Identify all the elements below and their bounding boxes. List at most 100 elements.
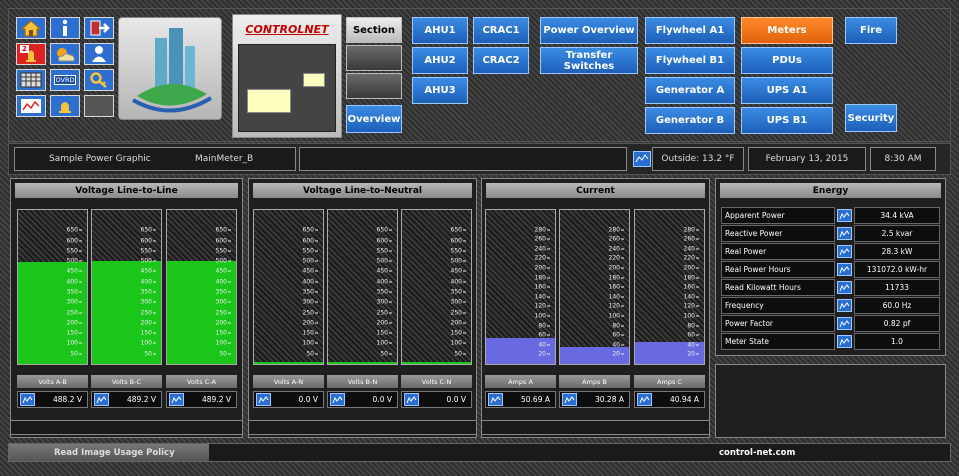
gauge-tick-label: 200	[141, 319, 156, 326]
gauge-tick-label: 80	[538, 322, 550, 329]
gauge-reading: 0.0 V	[401, 391, 472, 408]
gauge-tick-label: 200	[216, 319, 231, 326]
energy-trend-button[interactable]	[837, 299, 852, 312]
gauge-tick-label: 60	[687, 332, 699, 339]
gauge-tick-label: 160	[609, 284, 624, 291]
gauge-tick-label: 250	[216, 309, 231, 316]
gauge-tick-label: 600	[303, 237, 318, 244]
gauge-bar: 650 600 550 500 450 400 350 300 250 200 150 100 50	[91, 209, 162, 365]
gauge-trend-button[interactable]	[330, 393, 345, 406]
gauge-label: Amps B	[559, 375, 630, 388]
policy-link[interactable]: Read Image Usage Policy	[9, 444, 209, 461]
keypad-icon	[20, 72, 42, 88]
logout-button[interactable]	[84, 17, 114, 39]
exit-icon	[90, 20, 110, 36]
gauge-trend-button[interactable]	[488, 393, 503, 406]
nav-ahu2[interactable]: AHU2	[412, 47, 468, 74]
energy-trend-button[interactable]	[837, 281, 852, 294]
section-slot-3[interactable]	[346, 73, 402, 99]
trend-button[interactable]	[16, 95, 46, 117]
override-button[interactable]: OVRD	[50, 69, 80, 91]
nav-ups-a1[interactable]: UPS A1	[741, 77, 833, 104]
gauge-tick-label: 40	[687, 341, 699, 348]
gauge-tick-label: 550	[141, 247, 156, 254]
alarm-history-button[interactable]	[50, 95, 80, 117]
gauge-label: Volts B-N	[327, 375, 398, 388]
gauge-trend-button[interactable]	[94, 393, 109, 406]
nav-crac1[interactable]: CRAC1	[473, 17, 529, 44]
outside-temp: Outside: 13.2 °F	[652, 147, 744, 171]
alarms-button[interactable]: 2	[16, 43, 46, 65]
nav-crac2[interactable]: CRAC2	[473, 47, 529, 74]
outside-trend-button[interactable]	[633, 151, 651, 167]
energy-trend-button[interactable]	[837, 317, 852, 330]
panel-empty	[715, 364, 946, 438]
energy-trend-button[interactable]	[837, 209, 852, 222]
gauge-reading: 50.69 A	[485, 391, 556, 408]
gauge-bar: 650 600 550 500 450 400 350 300 250 200 150 100 50	[327, 209, 398, 365]
nav-ups-b1[interactable]: UPS B1	[741, 107, 833, 134]
gauge-tick-label: 100	[684, 313, 699, 320]
weather-button[interactable]	[50, 43, 80, 65]
gauge-reading: 30.28 A	[559, 391, 630, 408]
gauge-tick-label: 300	[303, 299, 318, 306]
nav-meters[interactable]: Meters	[741, 17, 833, 44]
trend-icon	[21, 99, 41, 113]
gauge-tick-label: 180	[684, 274, 699, 281]
gauge-tick-label: 550	[451, 247, 466, 254]
nav-flywheel-b1[interactable]: Flywheel B1	[645, 47, 735, 74]
schedule-button[interactable]	[16, 69, 46, 91]
energy-row: Frequency 60.0 Hz	[721, 297, 940, 314]
section-slot-2[interactable]	[346, 45, 402, 71]
site-link[interactable]: control-net.com	[719, 448, 795, 458]
energy-trend-button[interactable]	[837, 263, 852, 276]
gauge-tick-label: 300	[216, 299, 231, 306]
date-display: February 13, 2015	[748, 147, 866, 171]
nav-fire[interactable]: Fire	[845, 17, 897, 44]
gauge-tick-label: 140	[535, 293, 550, 300]
gauge-trend-button[interactable]	[404, 393, 419, 406]
gauge-reading-value: 40.94 A	[670, 395, 699, 404]
gauge-reading-value: 489.2 V	[127, 395, 156, 404]
section-button[interactable]: Section	[346, 17, 402, 43]
overview-button[interactable]: Overview	[346, 105, 402, 133]
gauge-tick-label: 300	[451, 299, 466, 306]
nav-power-overview[interactable]: Power Overview	[540, 17, 638, 44]
gauge-tick-label: 200	[67, 319, 82, 326]
nav-flywheel-a1[interactable]: Flywheel A1	[645, 17, 735, 44]
user-button[interactable]	[84, 43, 114, 65]
gauge-trend-button[interactable]	[562, 393, 577, 406]
nav-security[interactable]: Security	[845, 104, 897, 132]
gauge-tick-label: 650	[141, 227, 156, 234]
gauge-tick-label: 650	[216, 227, 231, 234]
gauge-tick-label: 450	[216, 268, 231, 275]
graphic-preview[interactable]	[238, 44, 336, 132]
nav-ahu3[interactable]: AHU3	[412, 77, 468, 104]
gauge-tick-label: 50	[380, 350, 392, 357]
energy-value: 2.5 kvar	[854, 225, 940, 242]
nav-pdus[interactable]: PDUs	[741, 47, 833, 74]
gauge-trend-button[interactable]	[20, 393, 35, 406]
gauge-bar: 280 260 240 220 200 180 160 140 120 100 80 60 40 20	[634, 209, 705, 365]
nav-transfer-switches[interactable]: Transfer Switches	[540, 47, 638, 74]
home-button[interactable]	[16, 17, 46, 39]
gauge-tick-label: 150	[451, 330, 466, 337]
nav-ahu1[interactable]: AHU1	[412, 17, 468, 44]
energy-value: 34.4 kVA	[854, 207, 940, 224]
gauge-tick-label: 600	[141, 237, 156, 244]
nav-generator-b[interactable]: Generator B	[645, 107, 735, 134]
nav-generator-a[interactable]: Generator A	[645, 77, 735, 104]
energy-value: 1.0	[854, 333, 940, 350]
energy-trend-button[interactable]	[837, 245, 852, 258]
gauge-trend-button[interactable]	[637, 393, 652, 406]
gauge-reading: 488.2 V	[17, 391, 88, 408]
gauge-trend-button[interactable]	[169, 393, 184, 406]
gauge-tick-label: 180	[535, 274, 550, 281]
info-button[interactable]	[50, 17, 80, 39]
gauge-tick-label: 100	[451, 340, 466, 347]
energy-trend-button[interactable]	[837, 227, 852, 240]
security-key-button[interactable]	[84, 69, 114, 91]
energy-trend-button[interactable]	[837, 335, 852, 348]
gauge-trend-button[interactable]	[256, 393, 271, 406]
gauge-tick-label: 300	[67, 299, 82, 306]
